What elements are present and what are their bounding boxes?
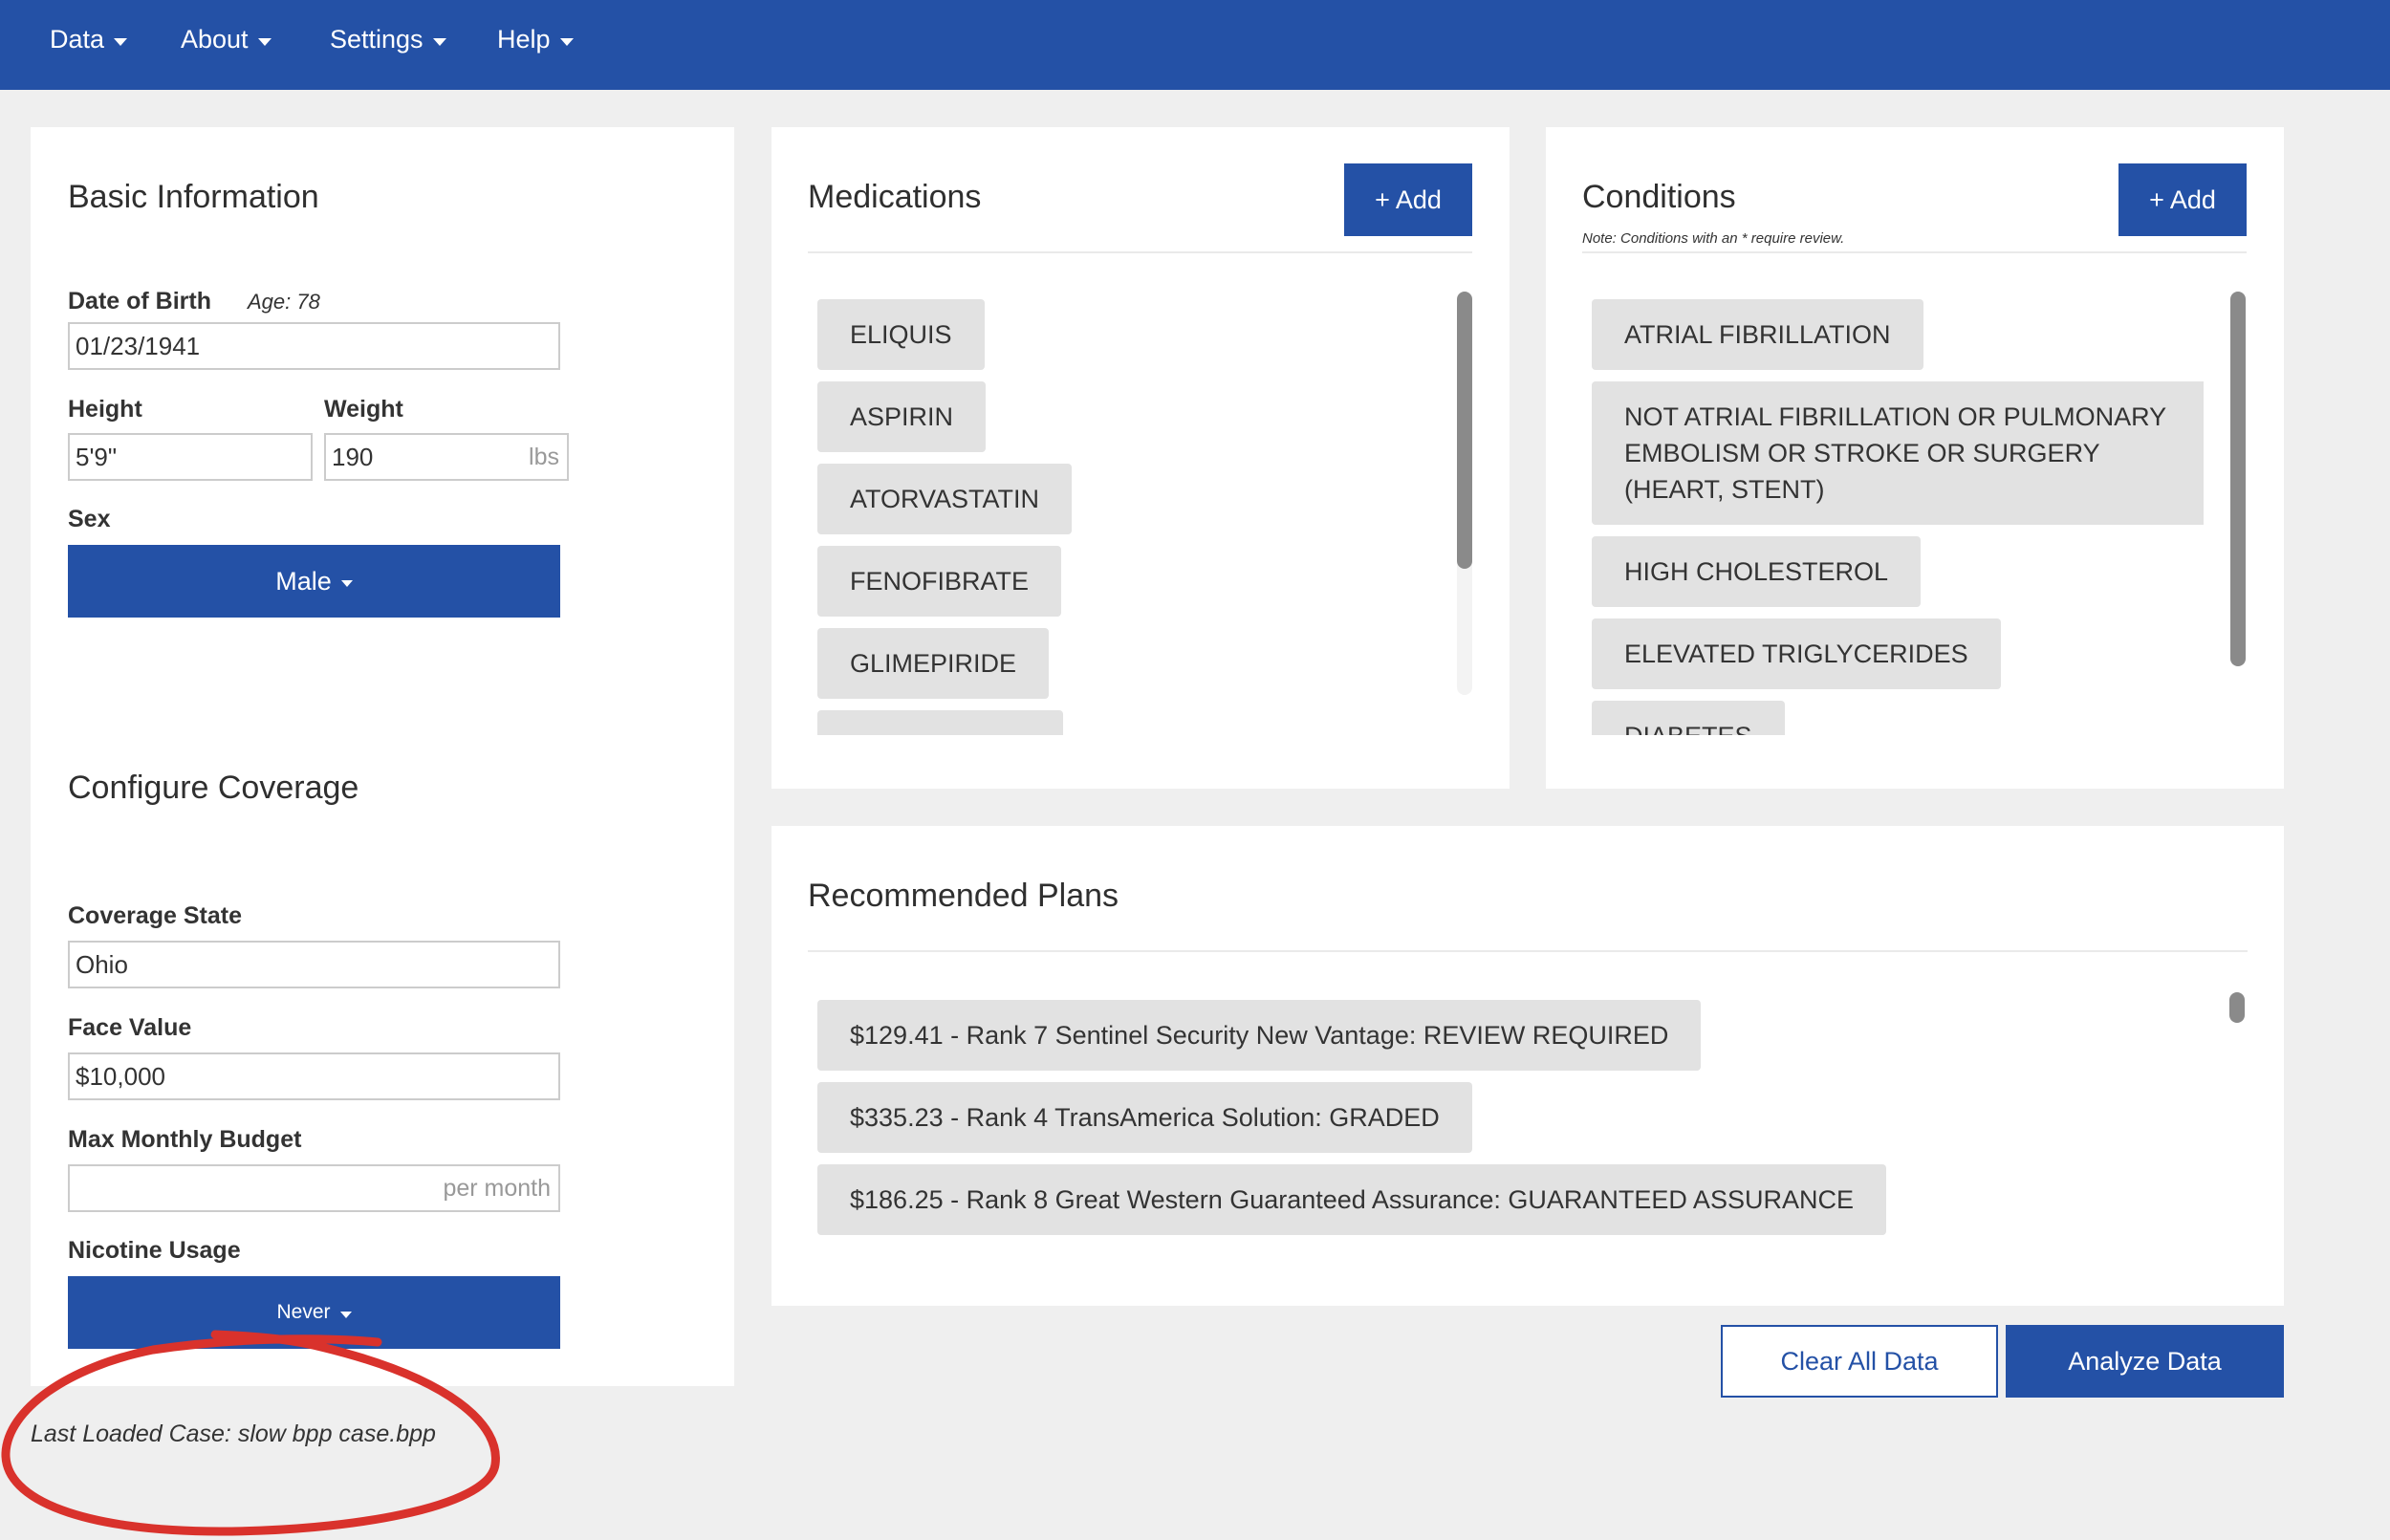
nav-help-label: Help [497,25,551,54]
plan-item[interactable]: $186.25 - Rank 8 Great Western Guarantee… [817,1164,1886,1235]
max-budget-label: Max Monthly Budget [68,1126,302,1153]
medications-title: Medications [808,179,982,215]
weight-unit: lbs [529,443,559,470]
condition-item[interactable]: HIGH CHOLESTEROL [1592,536,1922,607]
conditions-list: ATRIAL FIBRILLATION NOT ATRIAL FIBRILLAT… [1592,299,2204,735]
face-value-label: Face Value [68,1014,192,1041]
dob-label-text: Date of Birth [68,288,211,315]
add-medication-button[interactable]: + Add [1344,163,1472,236]
medication-item[interactable]: FENOFIBRATE [817,546,1062,617]
nav-data-label: Data [50,25,105,54]
condition-item[interactable]: NOT ATRIAL FIBRILLATION OR PULMONARY EMB… [1592,381,2204,525]
weight-value: 190 [332,442,374,471]
coverage-title: Configure Coverage [68,770,359,806]
chevron-down-icon [257,37,272,46]
nicotine-label: Nicotine Usage [68,1237,241,1264]
recommended-plans-card: Recommended Plans $129.41 - Rank 7 Senti… [771,826,2284,1306]
face-value-input[interactable]: $10,000 [68,1052,560,1100]
conditions-note: Note: Conditions with an * require revie… [1582,230,1845,247]
medication-item[interactable]: ATORVASTATIN [817,464,1073,534]
condition-item[interactable]: ELEVATED TRIGLYCERIDES [1592,618,2001,689]
medications-card: Medications + Add ELIQUIS ASPIRIN ATORVA… [771,127,1510,789]
plan-item[interactable]: $129.41 - Rank 7 Sentinel Security New V… [817,1000,1702,1071]
sex-dropdown-value: Male [275,566,332,596]
chevron-down-icon [339,1311,352,1318]
plan-item[interactable]: $335.23 - Rank 4 TransAmerica Solution: … [817,1082,1472,1153]
top-navbar: Data About Settings Help [0,0,2390,90]
conditions-card: Conditions Note: Conditions with an * re… [1546,127,2284,789]
height-input[interactable]: 5'9" [68,433,313,481]
medication-item[interactable]: HYDRALAZINE [817,710,1064,735]
max-budget-unit: per month [443,1174,551,1202]
condition-item[interactable]: ATRIAL FIBRILLATION [1592,299,1923,370]
medication-item[interactable]: GLIMEPIRIDE [817,628,1050,699]
coverage-state-input[interactable]: Ohio [68,941,560,988]
medications-scrollbar[interactable] [1457,292,1472,569]
basic-info-card: Basic Information Date of Birth Age: 78 0… [31,127,734,1386]
coverage-state-label: Coverage State [68,902,243,929]
chevron-down-icon [432,37,446,46]
conditions-title: Conditions [1582,179,1736,215]
chevron-down-icon [559,37,574,46]
nav-settings-label: Settings [330,25,424,54]
max-budget-input[interactable]: per month [68,1164,560,1212]
chevron-down-icon [114,37,128,46]
nav-data-menu[interactable]: Data [50,25,128,54]
dob-label: Date of Birth Age: 78 [68,288,320,315]
conditions-divider [1582,251,2247,253]
medication-item[interactable]: ASPIRIN [817,381,987,452]
sex-label: Sex [68,506,111,532]
sex-dropdown[interactable]: Male [68,545,560,618]
recommended-plans-title: Recommended Plans [808,878,1119,914]
nav-settings-menu[interactable]: Settings [330,25,446,54]
annotation-circle-icon [1,1330,500,1536]
weight-label: Weight [324,396,403,423]
plans-list: $129.41 - Rank 7 Sentinel Security New V… [817,1000,2194,1237]
basic-info-title: Basic Information [68,179,319,215]
plans-divider [808,950,2248,952]
clear-all-data-button[interactable]: Clear All Data [1721,1325,1998,1398]
conditions-scrollbar[interactable] [2230,292,2246,666]
weight-input[interactable]: 190 lbs [324,433,569,481]
add-condition-button[interactable]: + Add [2118,163,2247,236]
nav-help-menu[interactable]: Help [497,25,574,54]
height-label: Height [68,396,142,423]
medications-list: ELIQUIS ASPIRIN ATORVASTATIN FENOFIBRATE… [817,299,1429,735]
plans-scrollbar[interactable] [2229,992,2245,1023]
medications-divider [808,251,1472,253]
nav-about-label: About [181,25,249,54]
condition-item[interactable]: DIABETES [1592,701,1785,735]
age-text: Age: 78 [248,290,320,314]
medication-item[interactable]: ELIQUIS [817,299,985,370]
analyze-data-button[interactable]: Analyze Data [2006,1325,2284,1398]
nav-about-menu[interactable]: About [181,25,272,54]
chevron-down-icon [340,579,353,587]
dob-input[interactable]: 01/23/1941 [68,322,560,370]
